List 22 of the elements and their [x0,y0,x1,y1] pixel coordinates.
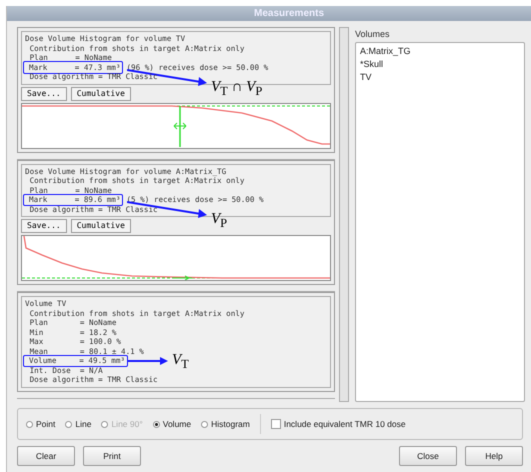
mode-radio[interactable]: Point [26,419,56,429]
panel-button[interactable]: Save... [21,86,67,100]
scrollbar[interactable] [339,27,349,402]
dialog-button[interactable]: Close [399,446,457,466]
math-label: V$_{T}$ [172,352,189,372]
panel-button[interactable]: Cumulative [70,219,131,233]
panel-button[interactable]: Save... [21,219,67,233]
window-title: Measurements [254,8,324,19]
volume-item[interactable]: A:Matrix_TG [360,46,411,56]
math-label: V$_{P}$ [211,211,228,231]
dialog-button[interactable]: Help [465,446,523,466]
volume-item[interactable]: *Skull [360,59,384,69]
mode-radio[interactable]: Histogram [201,419,250,429]
volumes-label: Volumes [355,29,391,39]
panel-button[interactable]: Cumulative [70,86,131,100]
include-tmr-checkbox[interactable]: Include equivalent TMR 10 dose [270,419,406,429]
dialog-button[interactable]: Clear [17,446,75,466]
mode-radio[interactable]: Line [65,419,92,429]
math-label: V$_{T}$ ∩ V$_{P}$ [211,78,262,98]
mode-radio[interactable]: Volume [152,419,192,429]
dialog-button[interactable]: Print [83,446,141,466]
volume-item[interactable]: TV [360,72,372,82]
